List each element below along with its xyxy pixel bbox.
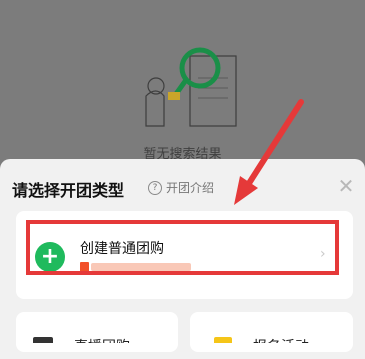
intro-link[interactable]: ? 开团介绍 <box>148 179 214 196</box>
close-icon[interactable]: ✕ <box>336 176 356 196</box>
signup-activity-label: 报名活动 <box>253 336 309 343</box>
activity-icon <box>214 337 232 343</box>
highlight-box <box>26 220 339 275</box>
intro-label: 开团介绍 <box>166 181 215 195</box>
empty-search-illustration <box>145 47 237 127</box>
live-group-buy-card[interactable] <box>16 312 178 352</box>
sheet-title: 请选择开团类型 <box>12 181 125 200</box>
live-group-buy-label: 直播团购 <box>74 336 130 343</box>
live-icon <box>33 337 53 343</box>
help-circle-icon: ? <box>148 180 162 195</box>
signup-activity-card[interactable] <box>190 312 353 352</box>
